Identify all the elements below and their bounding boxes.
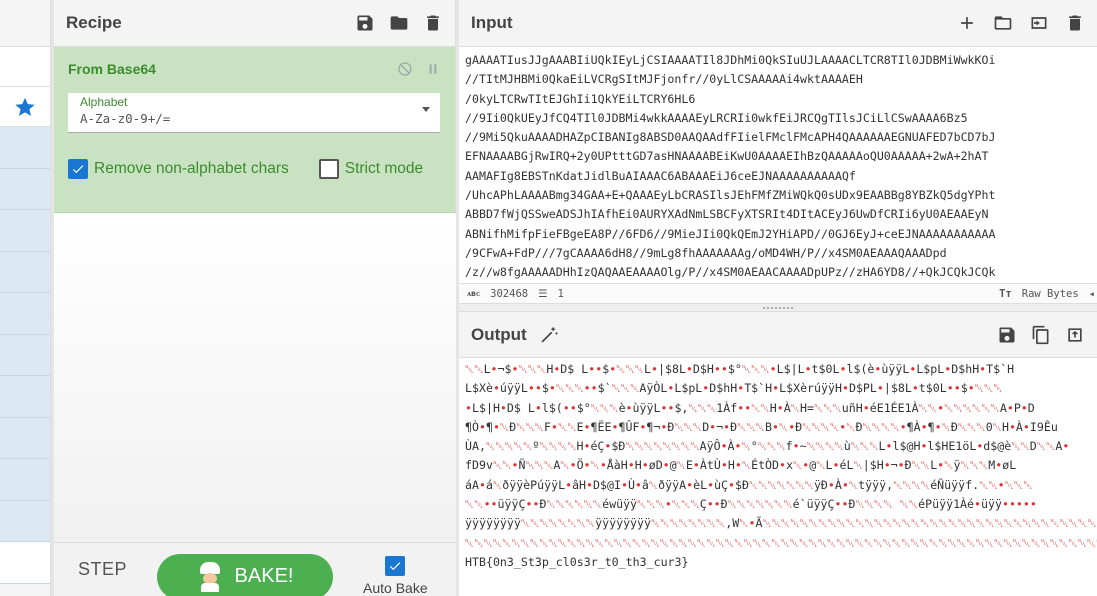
input-line: //9Mi5QkuAAAADHAZpCIBANIg8ABSD0AAQAAdfFI… xyxy=(465,130,996,145)
output-line: ␀␀L•¬$•␀␀␀H•D$ L••$•␀␀␀L•|$8L•D$H••$°␀␀␀… xyxy=(465,362,1015,376)
remove-non-alphabet-checkbox[interactable]: Remove non-alphabet chars xyxy=(68,159,289,179)
disable-icon[interactable] xyxy=(397,61,413,77)
recipe-title: Recipe xyxy=(66,13,122,32)
checkbox-checked-icon xyxy=(68,159,88,179)
output-line: ␀␀••üÿÿÇ••Ð␀␀␀␀␀␀éwüÿÿ␀␀␀•␀␀␀Ç••Ð␀␀␀␀␀␀␀… xyxy=(465,497,1037,512)
bake-button[interactable]: BAKE! xyxy=(157,553,334,596)
operations-panel xyxy=(0,0,51,596)
input-line: /z//w8fgAAAAADHhIzQAQAAEAAAAOlg/P//x4SM0… xyxy=(465,265,996,280)
trash-icon[interactable] xyxy=(423,13,443,33)
operations-search-input[interactable] xyxy=(0,47,50,87)
line-count: 1 xyxy=(557,287,564,300)
alphabet-label: Alphabet xyxy=(80,95,128,109)
bake-label: BAKE! xyxy=(234,565,294,587)
operation-category[interactable] xyxy=(0,293,50,335)
operation-from-base64[interactable]: From Base64 Alphabet A-Za-z0-9+/= Remove… xyxy=(54,47,455,213)
input-line: /9CFwA+FdP///7gCAAAA6dH8//9mLg8fhAAAAAAA… xyxy=(465,245,947,260)
input-title: Input xyxy=(471,13,513,32)
recipe-header: Recipe xyxy=(54,0,455,47)
alphabet-select[interactable]: Alphabet A-Za-z0-9+/= xyxy=(68,93,440,133)
folder-icon[interactable] xyxy=(389,13,409,33)
operation-category[interactable] xyxy=(0,376,50,418)
copy-icon[interactable] xyxy=(1031,325,1051,345)
input-line: //9Ii0QkUEyJfCQ4TIl0JDBMi4wkkAAAAEyLRCRI… xyxy=(465,110,968,125)
operation-category[interactable] xyxy=(0,168,50,210)
output-title: Output xyxy=(471,324,527,344)
input-line: ABNifhMifpFieFBgeEA8P//6FD6//9MieJIi0QkQ… xyxy=(465,226,996,241)
input-header: Input xyxy=(459,0,1097,47)
chevron-down-icon xyxy=(422,107,430,112)
char-count: 302468 xyxy=(490,287,529,300)
operation-category[interactable] xyxy=(0,210,50,252)
chef-icon xyxy=(197,561,223,592)
save-icon[interactable] xyxy=(355,13,375,33)
pause-icon[interactable] xyxy=(425,61,441,77)
input-textarea[interactable]: gAAAATIusJJgAAABIiUQkIEyLjCSIAAAATIl8JDh… xyxy=(459,47,1097,283)
text-encoding-icon: Tт xyxy=(999,287,1012,300)
lines-icon: ☰ xyxy=(538,287,548,300)
strict-mode-label: Strict mode xyxy=(344,160,424,177)
input-line: ABBD7fWjQSSweADSJhIAfhEi0AURYXAdNmLSBCFy… xyxy=(465,207,989,222)
operation-category[interactable] xyxy=(0,251,50,293)
input-status-bar: ᴀʙᴄ 302468 ☰ 1 Tт Raw Bytes ◂ xyxy=(459,283,1097,303)
output-line: •L$|H•D$ L•l$(••$°␀␀␀è•ùÿÿL••$,␀␀␀1Àf••␀… xyxy=(465,400,1035,415)
operation-category[interactable] xyxy=(0,127,50,169)
input-line: gAAAATIusJJgAAABIiUQkIEyLjCSIAAAATIl8JDh… xyxy=(465,53,996,67)
abc-icon: ᴀʙᴄ xyxy=(467,289,481,298)
io-resizer[interactable] xyxy=(459,303,1097,312)
operation-category[interactable] xyxy=(0,417,50,459)
replace-input-icon[interactable] xyxy=(1065,325,1085,345)
input-line: EFNAAAABGjRwIRQ+2y0UPtttGD7asHNAAAABEiKw… xyxy=(465,149,989,164)
input-line: /UhcAPhLAAAABmg34GAA+E+QAAAEyLbCRASIlsJE… xyxy=(465,188,996,203)
checkbox-checked-icon xyxy=(385,555,406,576)
trash-icon[interactable] xyxy=(1065,13,1085,33)
operation-category[interactable] xyxy=(0,500,50,542)
output-line: L$Xè•úÿÿL••$•␀␀␀••$`␀␀␀AÿÒL•L$pL•D$hH•T$… xyxy=(465,381,1003,396)
magic-wand-icon[interactable] xyxy=(539,325,559,345)
chevron-left-icon[interactable]: ◂ xyxy=(1089,288,1095,300)
remove-non-alphabet-label: Remove non-alphabet chars xyxy=(94,160,289,177)
operation-category[interactable] xyxy=(0,459,50,501)
recipe-panel: Recipe From Base64 Alphabet A-Za-z0-9+/= xyxy=(54,0,456,596)
operations-header xyxy=(0,0,50,47)
output-line: ÿÿÿÿÿÿÿÿ␀␀␀␀␀␀␀␀ÿÿÿÿÿÿÿÿ␀␀␀␀␀␀␀␀,W␀•Ã␀␀␀… xyxy=(465,516,1097,531)
recipe-drop-area[interactable] xyxy=(54,214,456,542)
output-header: Output xyxy=(459,312,1097,358)
operation-title: From Base64 xyxy=(68,61,156,77)
input-line: /0kyLTCRwTItEJGhIi1QkYEiLTCRY6HL6 xyxy=(465,91,696,106)
bake-bar: STEP BAKE! Auto Bake xyxy=(54,542,456,596)
step-button[interactable]: STEP xyxy=(78,559,127,580)
cyberchef-window: Recipe From Base64 Alphabet A-Za-z0-9+/= xyxy=(0,0,1097,596)
output-line: áA•á␀ðÿÿèPúÿÿL•âH•D$@I•Ù•â␀ðÿÿA•èL•ùÇ•$Ð… xyxy=(465,477,1033,492)
import-icon[interactable] xyxy=(1029,13,1049,33)
output-line: ␀␀␀␀␀␀␀␀␀␀␀␀␀␀␀␀␀␀␀␀␀␀␀␀␀␀␀␀␀␀␀␀␀␀␀␀␀␀␀␀… xyxy=(465,535,1097,550)
operation-category[interactable] xyxy=(0,334,50,376)
save-output-icon[interactable] xyxy=(997,325,1017,345)
open-folder-icon[interactable] xyxy=(993,13,1013,33)
output-line: ¶Ò•¶•␀Ð␀␀␀F•␀␀E•¶ËE•¶ÛF•¶¬•Ð␀␀␀D•¬•Ð␀␀␀B… xyxy=(465,419,1058,434)
checkbox-unchecked-icon xyxy=(318,159,339,179)
auto-bake-checkbox[interactable]: Auto Bake xyxy=(363,555,428,596)
operation-category[interactable] xyxy=(0,542,50,584)
io-panel: Input gAAAATIusJJgAAABIiUQkIEyLjCSIAAAAT… xyxy=(459,0,1097,596)
raw-bytes-label[interactable]: Raw Bytes xyxy=(1022,288,1079,300)
output-line: HTB{0n3_St3p_cl0s3r_t0_th3_cur3} xyxy=(465,554,689,569)
auto-bake-label: Auto Bake xyxy=(363,579,428,596)
alphabet-value: A-Za-z0-9+/= xyxy=(80,111,171,126)
star-icon xyxy=(15,97,35,116)
plus-icon[interactable] xyxy=(957,13,977,33)
input-line: AAMAFIg8EBSTnKdatJidlBuAIAAAC6ABAAAEiJ6c… xyxy=(465,168,856,183)
output-textarea[interactable]: ␀␀L•¬$•␀␀␀H•D$ L••$•␀␀␀L•|$8L•D$H••$°␀␀␀… xyxy=(459,358,1097,596)
favourites-category[interactable] xyxy=(0,87,50,127)
output-line: ÙA,␀␀␀␀␀º␀␀␀␀H•éÇ•$Ð␀␀␀␀␀␀␀␀AÿÔ•À•␀°␀␀␀f… xyxy=(465,439,1070,454)
input-line: //TItMJHBMi0QkaEiLVCRgSItMJFjonfr//0yLlC… xyxy=(465,72,863,87)
output-line: fD9v␀␀•Ñ␀␀␀A␀•Ö•␀•ÅàH•H•øD•@␀E•ÀtÙ•H•␀Ét… xyxy=(465,458,1017,473)
strict-mode-checkbox[interactable]: Strict mode xyxy=(318,159,424,179)
